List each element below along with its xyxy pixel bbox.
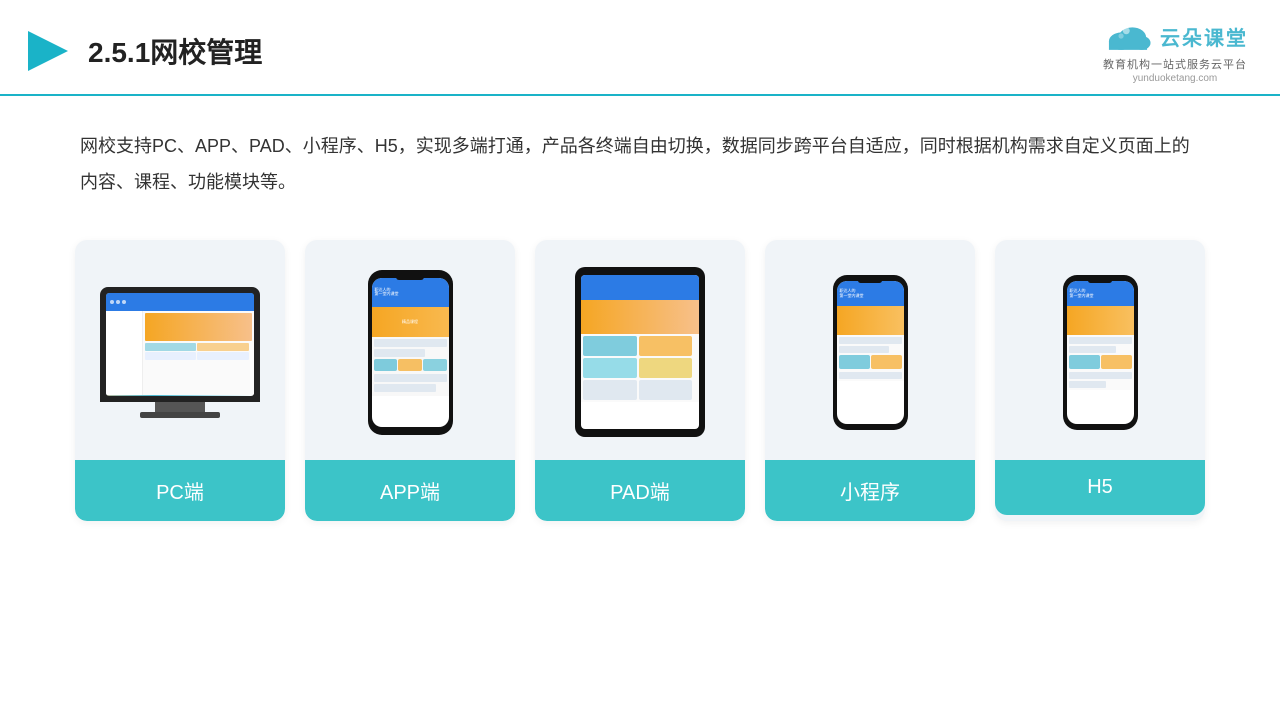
mini-header: 职达人的第一堂内课堂 xyxy=(837,281,904,307)
monitor-screen xyxy=(106,293,254,396)
grid-item xyxy=(145,352,196,360)
tablet-banner xyxy=(581,300,699,334)
header-left: 2.5.1网校管理 xyxy=(24,27,262,75)
h5-row xyxy=(1069,346,1116,353)
h5-content xyxy=(1067,335,1134,390)
grid-item xyxy=(374,359,398,371)
mini-row xyxy=(839,346,889,353)
phone-row xyxy=(374,349,425,357)
logo-url: yunduoketang.com xyxy=(1133,73,1218,84)
card-image-pc xyxy=(75,240,285,460)
logo-tagline: 教育机构一站式服务云平台 xyxy=(1103,56,1247,72)
mini-notch xyxy=(858,278,882,283)
header: 2.5.1网校管理 云朵课堂 教育机构一站式服务云平台 yunduoketang… xyxy=(0,0,1280,96)
grid-item xyxy=(145,343,196,351)
tablet-screen xyxy=(581,275,699,429)
nav-dot xyxy=(110,300,114,304)
monitor-body xyxy=(106,311,254,395)
phone-row xyxy=(374,384,436,392)
card-miniprogram: 职达人的第一堂内课堂 小程序 xyxy=(765,240,975,521)
phone-notch xyxy=(396,274,424,280)
monitor-base xyxy=(140,412,220,418)
app-phone-mockup: 职达人的第一堂内课堂 精品课程 xyxy=(368,270,453,435)
monitor-banner xyxy=(145,313,252,341)
card-label-pc: PC端 xyxy=(75,460,285,521)
tablet-card xyxy=(639,380,693,400)
h5-header-text: 职达人的第一堂内课堂 xyxy=(1070,288,1094,298)
h5-grid-item xyxy=(1069,355,1100,369)
card-image-app: 职达人的第一堂内课堂 精品课程 xyxy=(305,240,515,460)
play-icon xyxy=(24,27,72,75)
tablet-card xyxy=(639,358,693,378)
mini-grid xyxy=(839,355,902,369)
card-image-h5: 职达人的第一堂内课堂 xyxy=(995,240,1205,460)
card-label-app: APP端 xyxy=(305,460,515,521)
nav-dot xyxy=(116,300,120,304)
h5-row xyxy=(1069,372,1132,379)
phone-screen: 职达人的第一堂内课堂 精品课程 xyxy=(372,278,449,427)
grid-item xyxy=(197,343,248,351)
h5-phone-mockup: 职达人的第一堂内课堂 xyxy=(1063,275,1138,430)
description-text: 网校支持PC、APP、PAD、小程序、H5，实现多端打通，产品各终端自由切换，数… xyxy=(0,96,1280,220)
monitor-nav xyxy=(106,293,254,312)
monitor-frame xyxy=(100,287,260,402)
phone-header-bar: 职达人的第一堂内课堂 xyxy=(372,278,449,308)
card-image-pad xyxy=(535,240,745,460)
logo-cloud: 云朵课堂 xyxy=(1102,18,1248,54)
mini-row xyxy=(839,337,902,344)
cards-container: PC端 职达人的第一堂内课堂 精品课程 xyxy=(0,220,1280,541)
h5-row xyxy=(1069,337,1132,344)
mini-screen: 职达人的第一堂内课堂 xyxy=(837,281,904,424)
card-image-miniprogram: 职达人的第一堂内课堂 xyxy=(765,240,975,460)
h5-grid xyxy=(1069,355,1132,369)
h5-grid-item xyxy=(1101,355,1132,369)
nav-dot xyxy=(122,300,126,304)
tablet-body xyxy=(581,334,699,402)
tablet-mockup xyxy=(575,267,705,437)
card-app: 职达人的第一堂内课堂 精品课程 xyxy=(305,240,515,521)
grid-item xyxy=(423,359,447,371)
logo-area: 云朵课堂 教育机构一站式服务云平台 yunduoketang.com xyxy=(1102,18,1248,84)
logo-name: 云朵课堂 xyxy=(1160,22,1248,51)
tablet-header xyxy=(581,275,699,300)
card-h5: 职达人的第一堂内课堂 H5 xyxy=(995,240,1205,521)
mini-content xyxy=(837,335,904,381)
mini-header-text: 职达人的第一堂内课堂 xyxy=(840,288,864,298)
mini-row xyxy=(839,372,902,379)
card-label-h5: H5 xyxy=(995,460,1205,515)
grid-item xyxy=(197,352,248,360)
phone-row xyxy=(374,374,447,382)
mini-banner xyxy=(837,306,904,335)
tablet-card xyxy=(639,336,693,356)
monitor-grid xyxy=(145,343,252,360)
tablet-card xyxy=(583,336,637,356)
phone-grid xyxy=(374,359,447,371)
card-pc: PC端 xyxy=(75,240,285,521)
cloud-icon xyxy=(1102,18,1154,54)
mini-phone-mockup: 职达人的第一堂内课堂 xyxy=(833,275,908,430)
h5-row xyxy=(1069,381,1107,388)
monitor-main xyxy=(143,311,254,395)
card-pad: PAD端 xyxy=(535,240,745,521)
grid-item xyxy=(398,359,422,371)
card-label-miniprogram: 小程序 xyxy=(765,460,975,521)
monitor-stand xyxy=(155,402,205,412)
pc-mockup xyxy=(100,287,260,418)
phone-banner-text: 精品课程 xyxy=(402,319,418,325)
tablet-card xyxy=(583,380,637,400)
phone-row xyxy=(374,339,447,347)
mini-grid-item xyxy=(871,355,902,369)
h5-notch xyxy=(1088,278,1112,283)
phone-banner: 精品课程 xyxy=(372,307,449,337)
phone-content xyxy=(372,337,449,396)
card-label-pad: PAD端 xyxy=(535,460,745,521)
h5-banner xyxy=(1067,306,1134,335)
h5-header: 职达人的第一堂内课堂 xyxy=(1067,281,1134,307)
mini-grid-item xyxy=(839,355,870,369)
monitor-sidebar xyxy=(106,311,143,395)
phone-header-text: 职达人的第一堂内课堂 xyxy=(375,288,399,298)
tablet-card xyxy=(583,358,637,378)
page-title: 2.5.1网校管理 xyxy=(88,31,262,71)
h5-screen: 职达人的第一堂内课堂 xyxy=(1067,281,1134,424)
